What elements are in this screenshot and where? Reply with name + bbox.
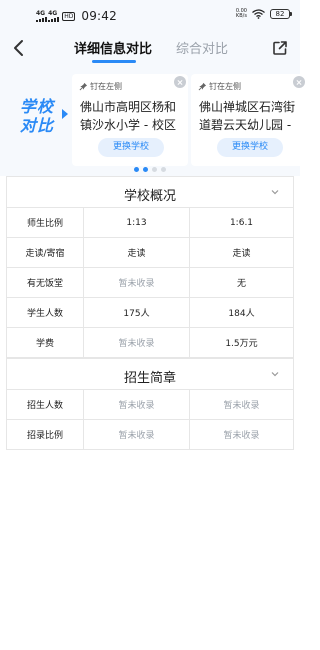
chevron-left-icon[interactable] xyxy=(10,38,28,58)
table-row: 有无饭堂 暂未收录 无 xyxy=(7,268,293,298)
carousel-dot[interactable] xyxy=(143,167,148,172)
battery-level: 82 xyxy=(275,10,285,18)
row-value-school-2: 1:6.1 xyxy=(229,217,254,228)
school-name: 佛山禅城区石湾街道碧云天幼儿园 - 园区 xyxy=(199,100,296,132)
row-value-school-1: 暂未收录 xyxy=(84,328,190,357)
pin-icon xyxy=(198,82,207,91)
signal-strength-2: 4G xyxy=(48,9,60,22)
table-row: 招生人数 暂未收录 暂未收录 xyxy=(7,390,293,420)
row-value-school-1: 走读 xyxy=(84,238,190,267)
row-label: 师生比例 xyxy=(7,208,84,237)
active-tab-indicator xyxy=(92,60,136,63)
row-value-school-1: 暂未收录 xyxy=(84,390,190,419)
row-value-school-2: 暂未收录 xyxy=(223,401,260,411)
row-value-school-2: 1.5万元 xyxy=(225,339,258,349)
signal-label-2: 4G xyxy=(48,9,58,17)
table-row: 走读/寄宿 走读 走读 xyxy=(7,238,293,268)
pin-left-button[interactable]: 钉在左侧 xyxy=(198,81,241,92)
row-label: 学费 xyxy=(7,328,84,357)
compare-logo: 学校 对比 xyxy=(20,97,66,135)
row-value-school-2: 无 xyxy=(236,279,246,289)
pin-left-button[interactable]: 钉在左侧 xyxy=(79,81,122,92)
row-value-school-2: 走读 xyxy=(232,249,251,259)
share-external-icon[interactable] xyxy=(272,40,288,56)
status-right: 0.00 KB/s 82 xyxy=(236,9,292,19)
pin-icon xyxy=(79,82,88,91)
signal-bars-icon xyxy=(48,16,60,22)
row-label: 招录比例 xyxy=(7,420,84,449)
change-school-button[interactable]: 更换学校 xyxy=(217,138,283,157)
battery-icon: 82 xyxy=(270,9,292,19)
school-carousel: 学校 对比 钉在左侧 佛山市高明区杨和镇沙水小学 - 校区 更换学校 钉在左侧 … xyxy=(0,66,307,176)
table-row: 招录比例 暂未收录 暂未收录 xyxy=(7,420,293,450)
comparison-table: 学校概况 师生比例 1:13 1:6.1 走读/寄宿 走读 走读 有无饭堂 暂未… xyxy=(6,176,294,450)
wifi-icon xyxy=(252,9,265,19)
signal-strength-1: 4G xyxy=(36,9,47,22)
carousel-dot[interactable] xyxy=(161,167,166,172)
row-label: 招生人数 xyxy=(7,390,84,419)
row-value-school-2: 184人 xyxy=(228,309,255,319)
row-label: 学生人数 xyxy=(7,298,84,327)
section-title: 学校概况 xyxy=(123,189,176,204)
top-nav: 详细信息对比 综合对比 xyxy=(0,30,300,66)
carousel-dot[interactable] xyxy=(134,167,139,172)
school-name: 佛山市高明区杨和镇沙水小学 - 校区 xyxy=(80,100,177,132)
row-value-school-2: 暂未收录 xyxy=(223,431,260,441)
row-label: 有无饭堂 xyxy=(7,268,84,297)
close-icon[interactable] xyxy=(293,76,305,88)
section-header-admissions[interactable]: 招生简章 xyxy=(7,358,293,390)
status-bar: 4G 4G HD 09:42 0.00 KB/s 82 xyxy=(0,0,300,30)
hd-voice-badge: HD xyxy=(62,11,76,21)
signal-label-1: 4G xyxy=(36,9,46,17)
pin-label: 钉在左侧 xyxy=(90,82,122,91)
change-school-button[interactable]: 更换学校 xyxy=(98,138,164,157)
row-label: 走读/寄宿 xyxy=(7,238,84,267)
school-card-2: 钉在左侧 佛山禅城区石湾街道碧云天幼儿园 - 园区 更换学校 xyxy=(191,74,307,166)
arrow-right-icon xyxy=(62,109,68,119)
compare-logo-line2: 对比 xyxy=(20,116,55,135)
status-left: 4G 4G HD 09:42 xyxy=(36,9,117,23)
table-row: 师生比例 1:13 1:6.1 xyxy=(7,208,293,238)
chevron-down-icon xyxy=(271,372,279,377)
section-header-overview[interactable]: 学校概况 xyxy=(7,176,293,208)
status-time: 09:42 xyxy=(81,9,117,23)
tab-overall-comparison[interactable]: 综合对比 xyxy=(176,38,228,57)
signal-bars-icon xyxy=(36,16,47,22)
network-speed-unit: KB/s xyxy=(235,13,247,19)
carousel-indicator xyxy=(0,167,300,172)
table-row: 学费 暂未收录 1.5万元 xyxy=(7,328,293,358)
tab-detailed-comparison[interactable]: 详细信息对比 xyxy=(74,38,152,57)
network-speed: 0.00 KB/s xyxy=(236,9,247,19)
row-value-school-1: 暂未收录 xyxy=(84,420,190,449)
pin-label: 钉在左侧 xyxy=(209,82,241,91)
row-value-school-1: 175人 xyxy=(84,298,190,327)
chevron-down-icon xyxy=(271,190,279,195)
table-row: 学生人数 175人 184人 xyxy=(7,298,293,328)
carousel-dot[interactable] xyxy=(152,167,157,172)
compare-logo-line1: 学校 xyxy=(20,97,55,116)
section-title: 招生简章 xyxy=(123,371,176,386)
school-card-1: 钉在左侧 佛山市高明区杨和镇沙水小学 - 校区 更换学校 xyxy=(72,74,188,166)
row-value-school-1: 暂未收录 xyxy=(84,268,190,297)
close-icon[interactable] xyxy=(174,76,186,88)
row-value-school-1: 1:13 xyxy=(84,208,190,237)
